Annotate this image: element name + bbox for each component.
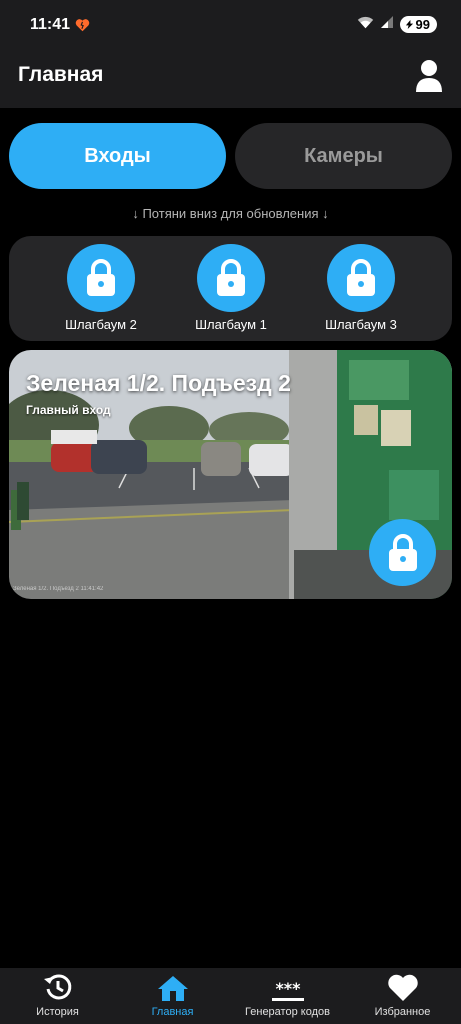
- heart-icon: [75, 18, 90, 37]
- barrier-label: Шлагбаум 3: [325, 317, 397, 332]
- battery-icon: 99: [399, 16, 437, 33]
- status-bar: 11:41 99: [0, 0, 461, 50]
- profile-button[interactable]: [413, 58, 445, 94]
- nav-home[interactable]: Главная: [115, 968, 230, 1024]
- nav-label: Избранное: [374, 1006, 431, 1018]
- signal-icon: [380, 15, 394, 34]
- nav-label: История: [36, 1006, 79, 1018]
- entrance-lock-button[interactable]: [369, 519, 436, 586]
- lock-icon: [388, 533, 417, 571]
- barrier-label: Шлагбаум 1: [195, 317, 267, 332]
- person-icon: [416, 60, 442, 92]
- heart-icon: [387, 974, 418, 1001]
- page-title: Главная: [18, 63, 104, 86]
- entrance-title: Зеленая 1/2. Подъезд 2: [26, 370, 291, 396]
- tab-cameras[interactable]: Камеры: [235, 123, 452, 189]
- bottom-navigation: История Главная *** Генератор кодов Избр…: [0, 968, 461, 1024]
- barrier-button-2[interactable]: Шлагбаум 2: [41, 244, 161, 332]
- tab-entrances[interactable]: Входы: [9, 123, 226, 189]
- barriers-card: Шлагбаум 2 Шлагбаум 1 Шлагбаум 3: [9, 236, 452, 341]
- lock-icon: [347, 259, 375, 296]
- entrance-subtitle: Главный вход: [26, 403, 111, 417]
- lock-icon: [87, 259, 115, 296]
- nav-label: Генератор кодов: [245, 1006, 330, 1018]
- barrier-label: Шлагбаум 2: [65, 317, 137, 332]
- nav-history[interactable]: История: [0, 968, 115, 1024]
- pull-to-refresh-hint: ↓ Потяни вниз для обновления ↓: [132, 206, 329, 221]
- lock-button[interactable]: [327, 244, 395, 312]
- barrier-button-3[interactable]: Шлагбаум 3: [301, 244, 421, 332]
- battery-level: 99: [415, 17, 430, 32]
- wifi-icon: [357, 15, 374, 34]
- app-header: Главная: [0, 50, 461, 108]
- svg-text:***: ***: [275, 982, 301, 998]
- lock-button[interactable]: [197, 244, 265, 312]
- nav-label: Главная: [151, 1006, 194, 1018]
- code-generator-icon: ***: [271, 982, 304, 1001]
- camera-overlay-text: Зеленая 1/2. Подъезд 2 11:41:42: [13, 586, 104, 592]
- nav-favorites[interactable]: Избранное: [345, 968, 460, 1024]
- nav-code-generator[interactable]: *** Генератор кодов: [230, 968, 345, 1024]
- lock-button[interactable]: [67, 244, 135, 312]
- history-icon: [43, 974, 71, 1000]
- home-icon: [157, 976, 188, 1001]
- entrance-card[interactable]: Зеленая 1/2. Подъезд 2 Главный вход Зеле…: [9, 350, 452, 599]
- barrier-button-1[interactable]: Шлагбаум 1: [171, 244, 291, 332]
- status-time: 11:41: [30, 16, 71, 33]
- lock-icon: [217, 259, 245, 296]
